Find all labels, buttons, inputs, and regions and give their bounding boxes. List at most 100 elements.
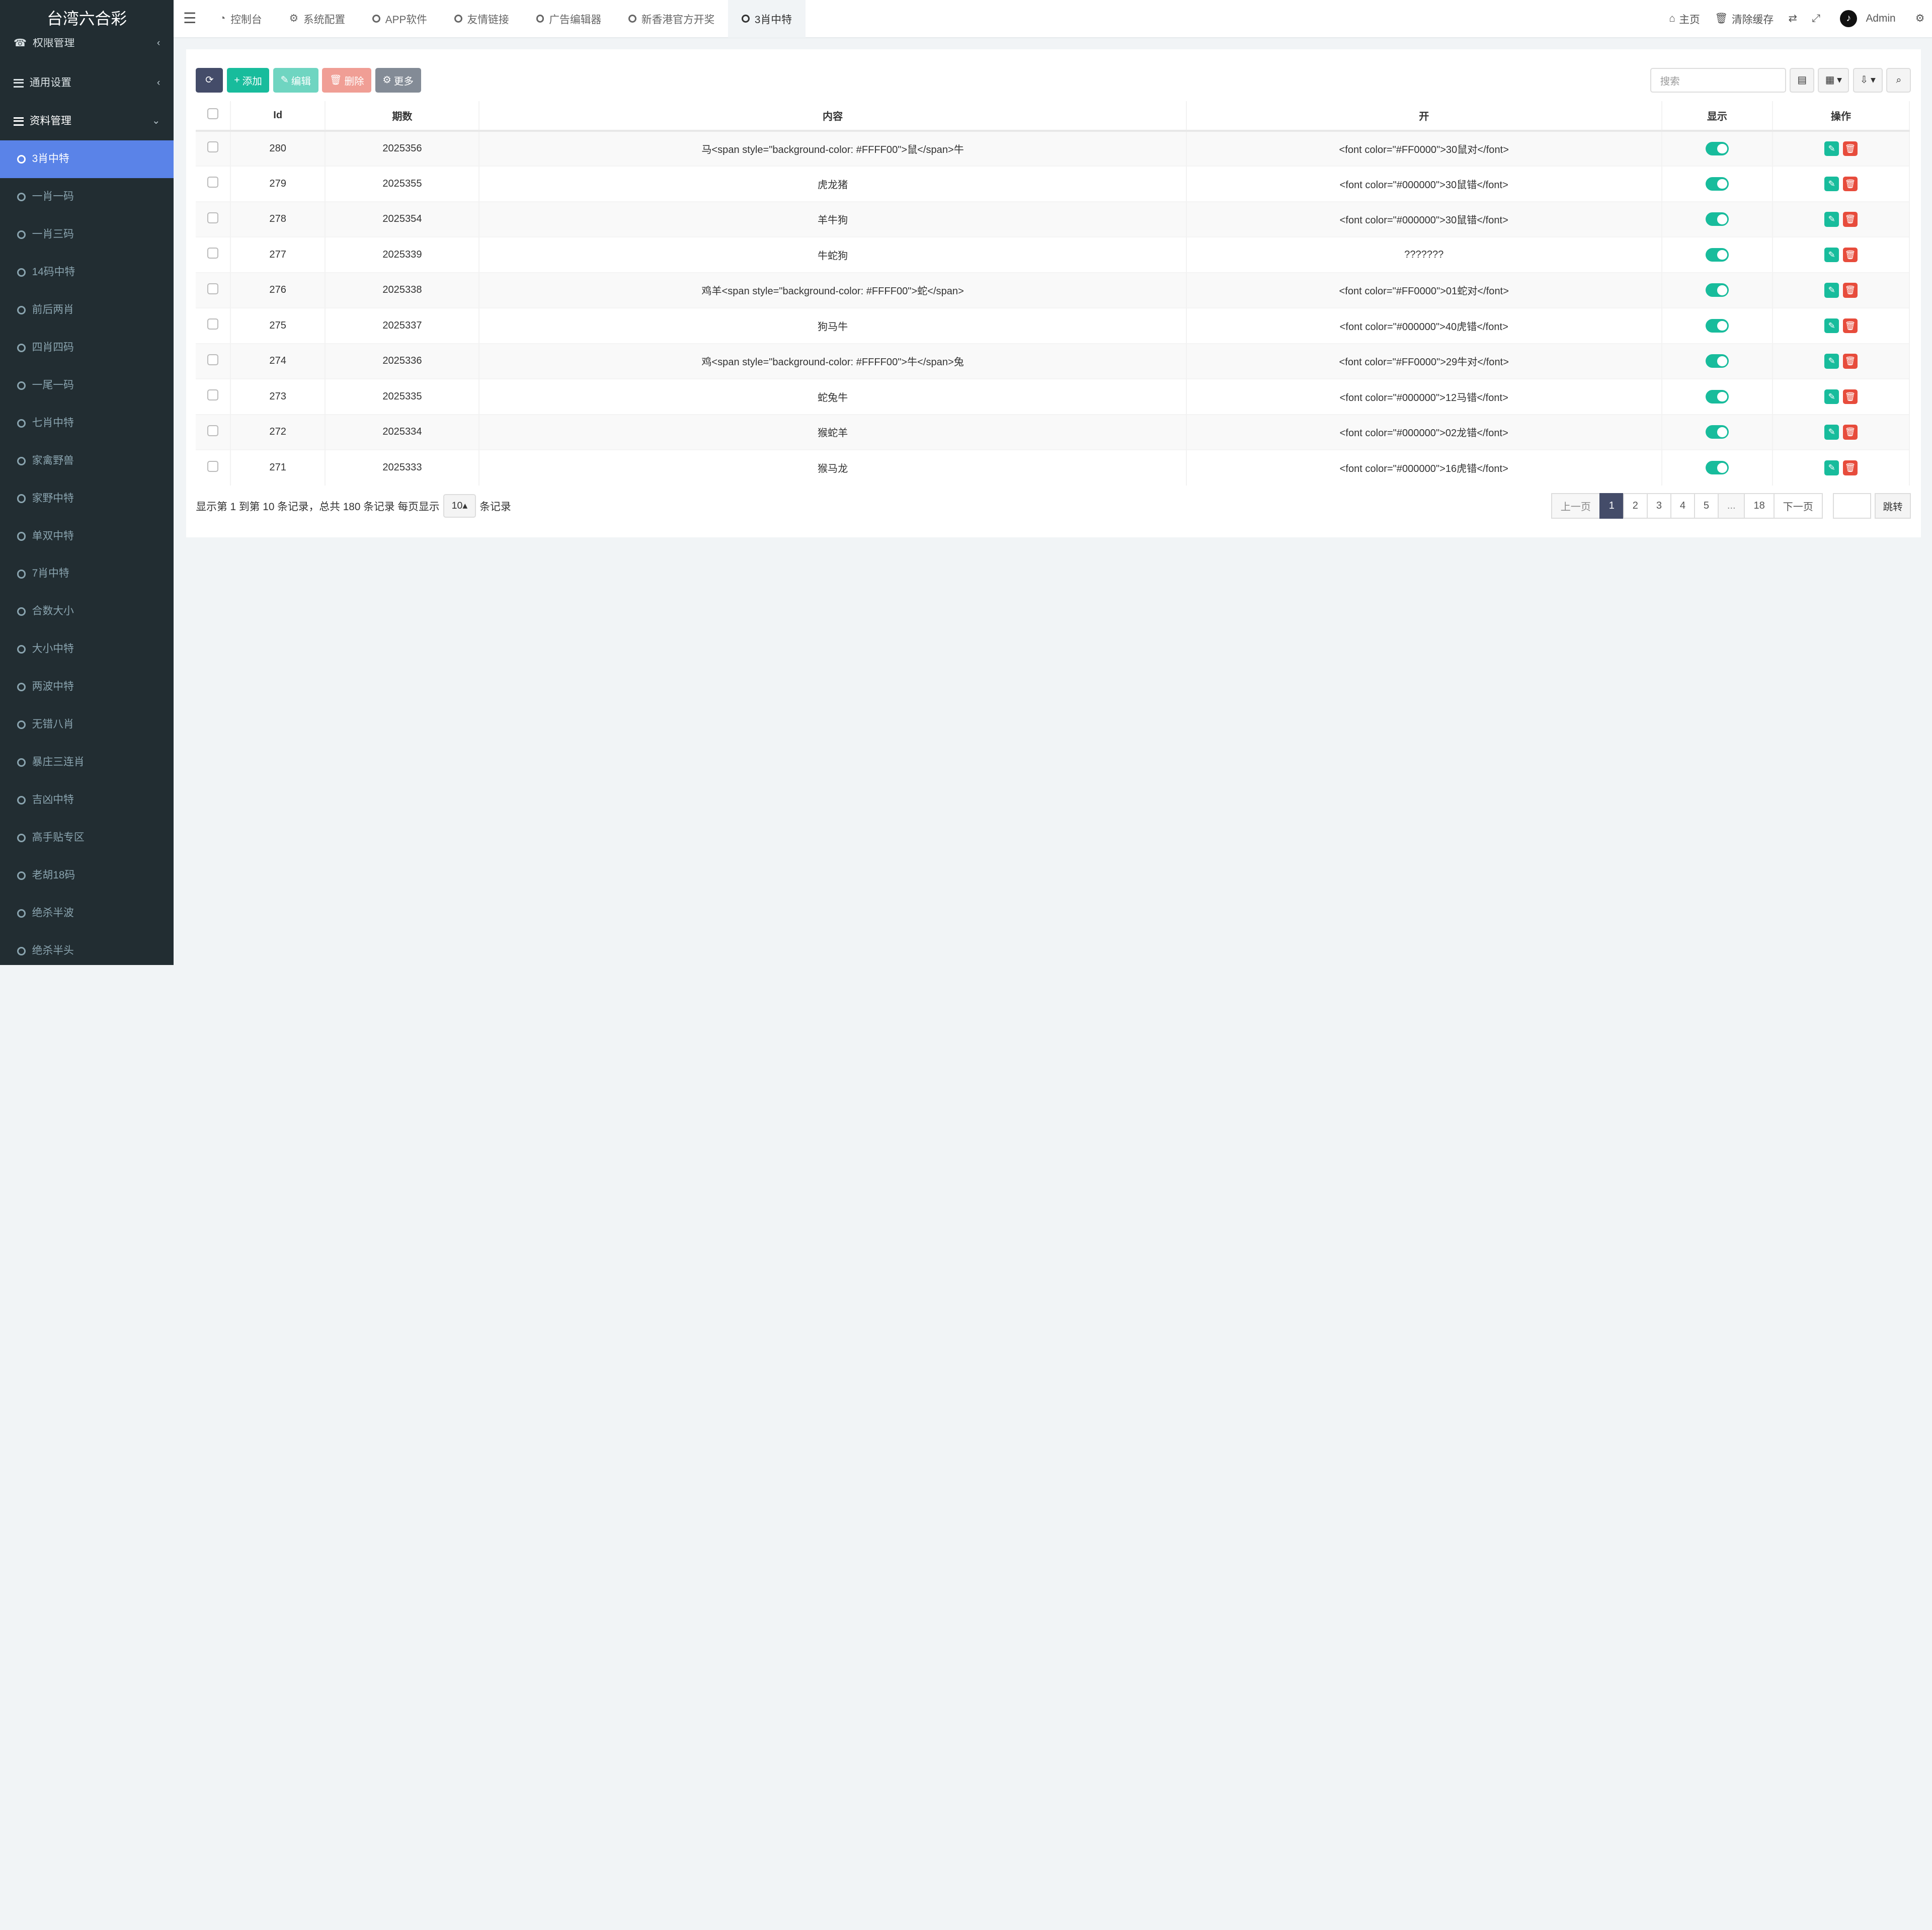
delete-row-button[interactable]: 🗑 bbox=[1842, 283, 1858, 298]
delete-row-button[interactable]: 🗑 bbox=[1842, 176, 1858, 192]
search-input[interactable]: 搜索 bbox=[1650, 67, 1786, 93]
display-toggle[interactable] bbox=[1705, 425, 1729, 439]
row-select[interactable] bbox=[196, 414, 231, 450]
sidebar-item[interactable]: 两波中特 bbox=[0, 668, 174, 706]
sidebar-item[interactable]: 老胡18码 bbox=[0, 857, 174, 895]
table-row[interactable]: 274 2025336 鸡<span style="background-col… bbox=[196, 343, 1910, 379]
delete-row-button[interactable]: 🗑 bbox=[1842, 212, 1858, 227]
row-select[interactable] bbox=[196, 378, 231, 415]
row-select[interactable] bbox=[196, 201, 231, 237]
tab-dashboard[interactable]: ◔ 控制台 bbox=[206, 0, 276, 38]
page-button[interactable]: 3 bbox=[1646, 493, 1672, 519]
sidebar-item[interactable]: 家野中特 bbox=[0, 480, 174, 518]
delete-button[interactable]: 🗑 删除 bbox=[322, 67, 372, 93]
row-select[interactable] bbox=[196, 449, 231, 486]
prev-page-button[interactable]: 上一页 bbox=[1551, 493, 1601, 519]
sidebar-item[interactable]: 前后两肖 bbox=[0, 291, 174, 329]
sidebar-item[interactable]: 绝杀半头 bbox=[0, 932, 174, 965]
sidebar-item[interactable]: 一肖一码 bbox=[0, 178, 174, 216]
edit-row-button[interactable]: ✎ bbox=[1824, 212, 1839, 227]
table-row[interactable]: 279 2025355 虎龙猪 <font color="#000000">30… bbox=[196, 166, 1910, 202]
add-button[interactable]: + 添加 bbox=[226, 67, 270, 93]
toggle-view-button[interactable]: ▤ bbox=[1790, 67, 1815, 93]
sidebar-item[interactable]: 7肖中特 bbox=[0, 555, 174, 593]
display-toggle[interactable] bbox=[1705, 283, 1729, 297]
jump-button[interactable]: 跳转 bbox=[1874, 493, 1911, 519]
settings-button[interactable]: ⚙ bbox=[1908, 0, 1932, 38]
display-toggle[interactable] bbox=[1705, 389, 1729, 404]
delete-row-button[interactable]: 🗑 bbox=[1842, 247, 1858, 263]
page-button[interactable]: 4 bbox=[1670, 493, 1696, 519]
table-row[interactable]: 277 2025339 牛蛇狗 ??????? ✎ 🗑 bbox=[196, 236, 1910, 273]
page-button[interactable]: 1 bbox=[1599, 493, 1625, 519]
display-toggle[interactable] bbox=[1705, 461, 1729, 475]
display-toggle[interactable] bbox=[1705, 318, 1729, 333]
delete-row-button[interactable]: 🗑 bbox=[1842, 460, 1858, 475]
delete-row-button[interactable]: 🗑 bbox=[1842, 425, 1858, 440]
menu-toggle-icon[interactable]: ☰ bbox=[174, 10, 206, 27]
row-checkbox[interactable] bbox=[207, 425, 219, 436]
edit-row-button[interactable]: ✎ bbox=[1824, 283, 1839, 298]
user-menu[interactable]: ♪ Admin bbox=[1828, 0, 1908, 38]
advanced-search-button[interactable]: ⌕ bbox=[1886, 67, 1911, 93]
row-checkbox[interactable] bbox=[207, 460, 219, 472]
edit-row-button[interactable]: ✎ bbox=[1824, 318, 1839, 334]
edit-button[interactable]: ✎ 编辑 bbox=[273, 67, 318, 93]
page-button[interactable]: 5 bbox=[1694, 493, 1719, 519]
refresh-button[interactable]: ⟳ bbox=[196, 67, 223, 93]
tab-system-config[interactable]: ⚙ 系统配置 bbox=[276, 0, 359, 38]
table-row[interactable]: 271 2025333 猴马龙 <font color="#000000">16… bbox=[196, 449, 1910, 486]
edit-row-button[interactable]: ✎ bbox=[1824, 389, 1839, 405]
col-display[interactable]: 显示 bbox=[1661, 101, 1774, 132]
page-button[interactable]: 2 bbox=[1623, 493, 1648, 519]
row-select[interactable] bbox=[196, 166, 231, 202]
row-checkbox[interactable] bbox=[207, 248, 219, 259]
edit-row-button[interactable]: ✎ bbox=[1824, 354, 1839, 369]
clear-cache-button[interactable]: 🗑 清除缓存 bbox=[1708, 0, 1781, 38]
jump-page-input[interactable] bbox=[1832, 493, 1871, 519]
sidebar-item[interactable]: 暴庄三连肖 bbox=[0, 744, 174, 781]
select-all-checkbox[interactable] bbox=[207, 108, 219, 120]
row-checkbox[interactable] bbox=[207, 212, 219, 223]
display-toggle[interactable] bbox=[1705, 177, 1729, 191]
sidebar-item[interactable]: 无错八肖 bbox=[0, 706, 174, 744]
sidebar-item[interactable]: 大小中特 bbox=[0, 630, 174, 668]
edit-row-button[interactable]: ✎ bbox=[1824, 425, 1839, 440]
col-content[interactable]: 内容 bbox=[479, 101, 1187, 132]
display-toggle[interactable] bbox=[1705, 141, 1729, 155]
select-all-cell[interactable] bbox=[196, 101, 231, 132]
edit-row-button[interactable]: ✎ bbox=[1824, 141, 1839, 156]
page-size-select[interactable]: 10 ▴ bbox=[443, 494, 476, 518]
sidebar-item[interactable]: 一尾一码 bbox=[0, 367, 174, 405]
sidebar-item[interactable]: 吉凶中特 bbox=[0, 781, 174, 819]
sidebar-item[interactable]: 一肖三码 bbox=[0, 216, 174, 254]
display-toggle[interactable] bbox=[1705, 248, 1729, 262]
table-row[interactable]: 276 2025338 鸡羊<span style="background-co… bbox=[196, 272, 1910, 308]
sidebar-item[interactable]: 合数大小 bbox=[0, 593, 174, 630]
delete-row-button[interactable]: 🗑 bbox=[1842, 389, 1858, 405]
row-checkbox[interactable] bbox=[207, 318, 219, 330]
tab-app-software[interactable]: APP软件 bbox=[359, 0, 441, 38]
edit-row-button[interactable]: ✎ bbox=[1824, 460, 1839, 475]
brand-logo[interactable]: 台湾六合彩 bbox=[0, 0, 174, 38]
sidebar-item[interactable]: 3肖中特 bbox=[0, 140, 174, 179]
sidebar-item[interactable]: 单双中特 bbox=[0, 518, 174, 555]
sidebar-item-data-management[interactable]: 资料管理 ⌄ bbox=[0, 102, 174, 140]
col-id[interactable]: Id bbox=[230, 101, 326, 132]
sidebar-item[interactable]: 七肖中特 bbox=[0, 405, 174, 442]
row-select[interactable] bbox=[196, 307, 231, 344]
sidebar-item[interactable]: 高手贴专区 bbox=[0, 819, 174, 857]
col-open[interactable]: 开 bbox=[1186, 101, 1662, 132]
row-checkbox[interactable] bbox=[207, 389, 219, 401]
sidebar-item[interactable]: 四肖四码 bbox=[0, 329, 174, 367]
row-select[interactable] bbox=[196, 272, 231, 308]
sidebar-item[interactable]: 14码中特 bbox=[0, 254, 174, 291]
row-checkbox[interactable] bbox=[207, 177, 219, 188]
tab-ad-editor[interactable]: 广告编辑器 bbox=[523, 0, 615, 38]
sidebar-item-general-settings[interactable]: 通用设置 ‹ bbox=[0, 64, 174, 102]
language-button[interactable]: ⇄ bbox=[1781, 0, 1805, 38]
row-select[interactable] bbox=[196, 130, 231, 167]
delete-row-button[interactable]: 🗑 bbox=[1842, 354, 1858, 369]
display-toggle[interactable] bbox=[1705, 354, 1729, 368]
row-checkbox[interactable] bbox=[207, 141, 219, 153]
